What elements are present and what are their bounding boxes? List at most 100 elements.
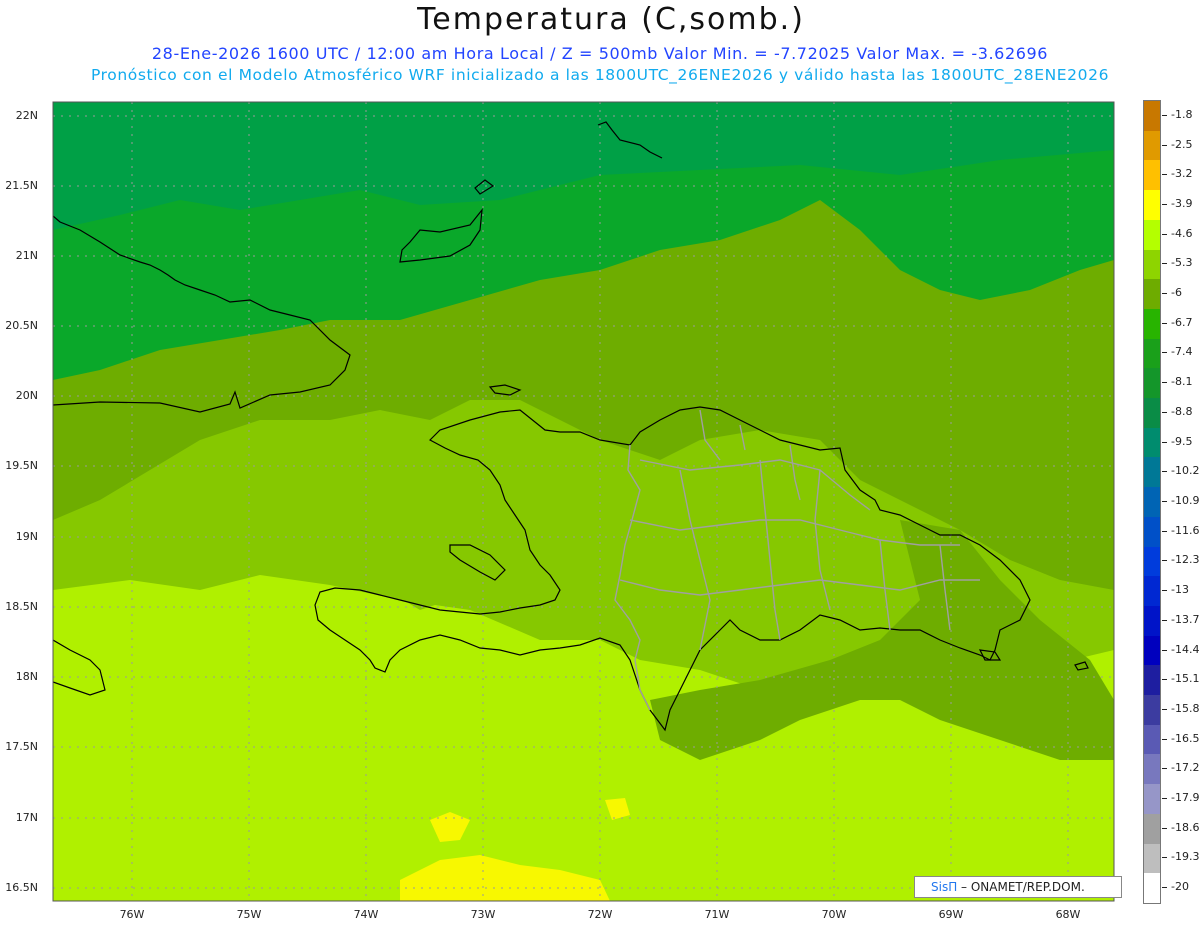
colorbar-label: -7.4 [1171, 345, 1193, 359]
colorbar-tick [1162, 293, 1167, 295]
colorbar-tick [1162, 857, 1167, 859]
colorbar-tick [1162, 174, 1167, 176]
colorbar-swatch [1144, 308, 1160, 340]
colorbar-swatch [1144, 487, 1160, 518]
colorbar-label: -15.1 [1171, 672, 1200, 686]
colorbar-label: -15.8 [1171, 701, 1200, 715]
colorbar-label: -9.5 [1171, 434, 1193, 448]
colorbar-tick [1162, 322, 1167, 324]
colorbar-label: -17.9 [1171, 791, 1200, 805]
credit-box: SisΠ – ONAMET/REP.DOM. [914, 876, 1122, 898]
colorbar-label: -6.7 [1171, 315, 1193, 329]
colorbar-tick [1162, 501, 1167, 502]
colorbar-tick [1162, 887, 1167, 889]
colorbar-swatch [1144, 249, 1160, 280]
lat-label: 19.5N [5, 459, 38, 472]
colorbar-label: -6 [1171, 286, 1182, 300]
colorbar-label: -3.9 [1171, 196, 1193, 210]
temperature-map [52, 101, 1115, 902]
colorbar-label: -19.3 [1171, 850, 1200, 864]
lon-label: 76W [119, 908, 145, 921]
lat-label: 20.5N [5, 319, 38, 332]
colorbar-label: -13.7 [1171, 612, 1200, 626]
lat-label: 18.5N [5, 600, 38, 613]
colorbar-tick [1162, 352, 1167, 354]
credit-brand: SisΠ [931, 880, 958, 894]
lon-label: 68W [1055, 908, 1081, 921]
colorbar-swatch [1144, 724, 1160, 755]
colorbar-label: -3.2 [1171, 167, 1193, 181]
colorbar-swatch [1144, 101, 1160, 132]
colorbar-label: -10.2 [1171, 464, 1200, 478]
colorbar-tick [1162, 144, 1167, 146]
lon-label: 73W [470, 908, 496, 921]
colorbar-tick [1162, 708, 1167, 710]
colorbar-tick [1162, 560, 1167, 562]
colorbar-swatch [1144, 695, 1160, 726]
lon-label: 72W [587, 908, 613, 921]
colorbar-swatch [1144, 605, 1160, 637]
colorbar-tick [1162, 768, 1167, 770]
colorbar-label: -8.1 [1171, 375, 1193, 389]
colorbar-swatch [1144, 130, 1160, 161]
lat-label: 17.5N [5, 740, 38, 753]
colorbar-swatch [1144, 665, 1160, 696]
colorbar-label: -18.6 [1171, 820, 1200, 834]
colorbar-swatch [1144, 190, 1160, 221]
lat-label: 17N [15, 811, 38, 824]
colorbar-swatch [1144, 635, 1160, 666]
colorbar-tick [1162, 114, 1167, 116]
colorbar-swatch [1144, 576, 1160, 607]
colorbar-label: -10.9 [1171, 494, 1200, 507]
colorbar-tick [1162, 441, 1167, 443]
lat-label: 19N [15, 530, 38, 543]
colorbar-tick [1162, 411, 1167, 413]
lon-label: 70W [821, 908, 847, 921]
lat-label: 21N [15, 249, 38, 262]
colorbar-label: -14.4 [1171, 642, 1200, 656]
colorbar-swatch [1144, 398, 1160, 429]
colorbar-tick [1162, 382, 1167, 384]
colorbar-swatch [1144, 843, 1160, 874]
lon-label: 74W [353, 908, 379, 921]
credit-text: – ONAMET/REP.DOM. [957, 880, 1085, 894]
colorbar-tick [1162, 798, 1167, 800]
colorbar-swatch [1144, 427, 1160, 458]
lon-label: 69W [938, 908, 964, 921]
colorbar-swatch [1144, 813, 1160, 845]
lat-label: 16.5N [5, 881, 38, 894]
colorbar-swatch [1144, 546, 1160, 577]
colorbar-swatch [1144, 784, 1160, 815]
colorbar-tick [1162, 530, 1167, 532]
colorbar-swatch [1144, 368, 1160, 399]
colorbar-tick [1162, 827, 1167, 829]
colorbar-swatch [1144, 754, 1160, 785]
colorbar-tick [1162, 203, 1167, 205]
lat-label: 20N [15, 389, 38, 402]
colorbar-label: -2.5 [1171, 137, 1193, 151]
colorbar-swatch [1144, 873, 1160, 904]
colorbar-tick [1162, 263, 1167, 265]
colorbar [1143, 100, 1161, 904]
colorbar-label: -8.8 [1171, 404, 1193, 418]
lon-label: 75W [236, 908, 262, 921]
colorbar-swatch [1144, 279, 1160, 310]
colorbar-tick [1162, 679, 1167, 681]
colorbar-label: -20 [1171, 880, 1189, 894]
colorbar-swatch [1144, 219, 1160, 251]
colorbar-tick [1162, 471, 1167, 473]
colorbar-swatch [1144, 160, 1160, 191]
colorbar-tick [1162, 738, 1167, 740]
colorbar-tick [1162, 649, 1167, 651]
lon-label: 71W [704, 908, 730, 921]
colorbar-label: -12.3 [1171, 553, 1200, 567]
colorbar-label: -17.2 [1171, 761, 1200, 775]
colorbar-swatch [1144, 457, 1160, 488]
lat-label: 21.5N [5, 179, 38, 192]
colorbar-label: -4.6 [1171, 226, 1193, 240]
colorbar-swatch [1144, 516, 1160, 548]
colorbar-label: -16.5 [1171, 731, 1200, 745]
lat-label: 22N [15, 109, 38, 122]
colorbar-label: -5.3 [1171, 256, 1193, 270]
colorbar-tick [1162, 233, 1167, 235]
